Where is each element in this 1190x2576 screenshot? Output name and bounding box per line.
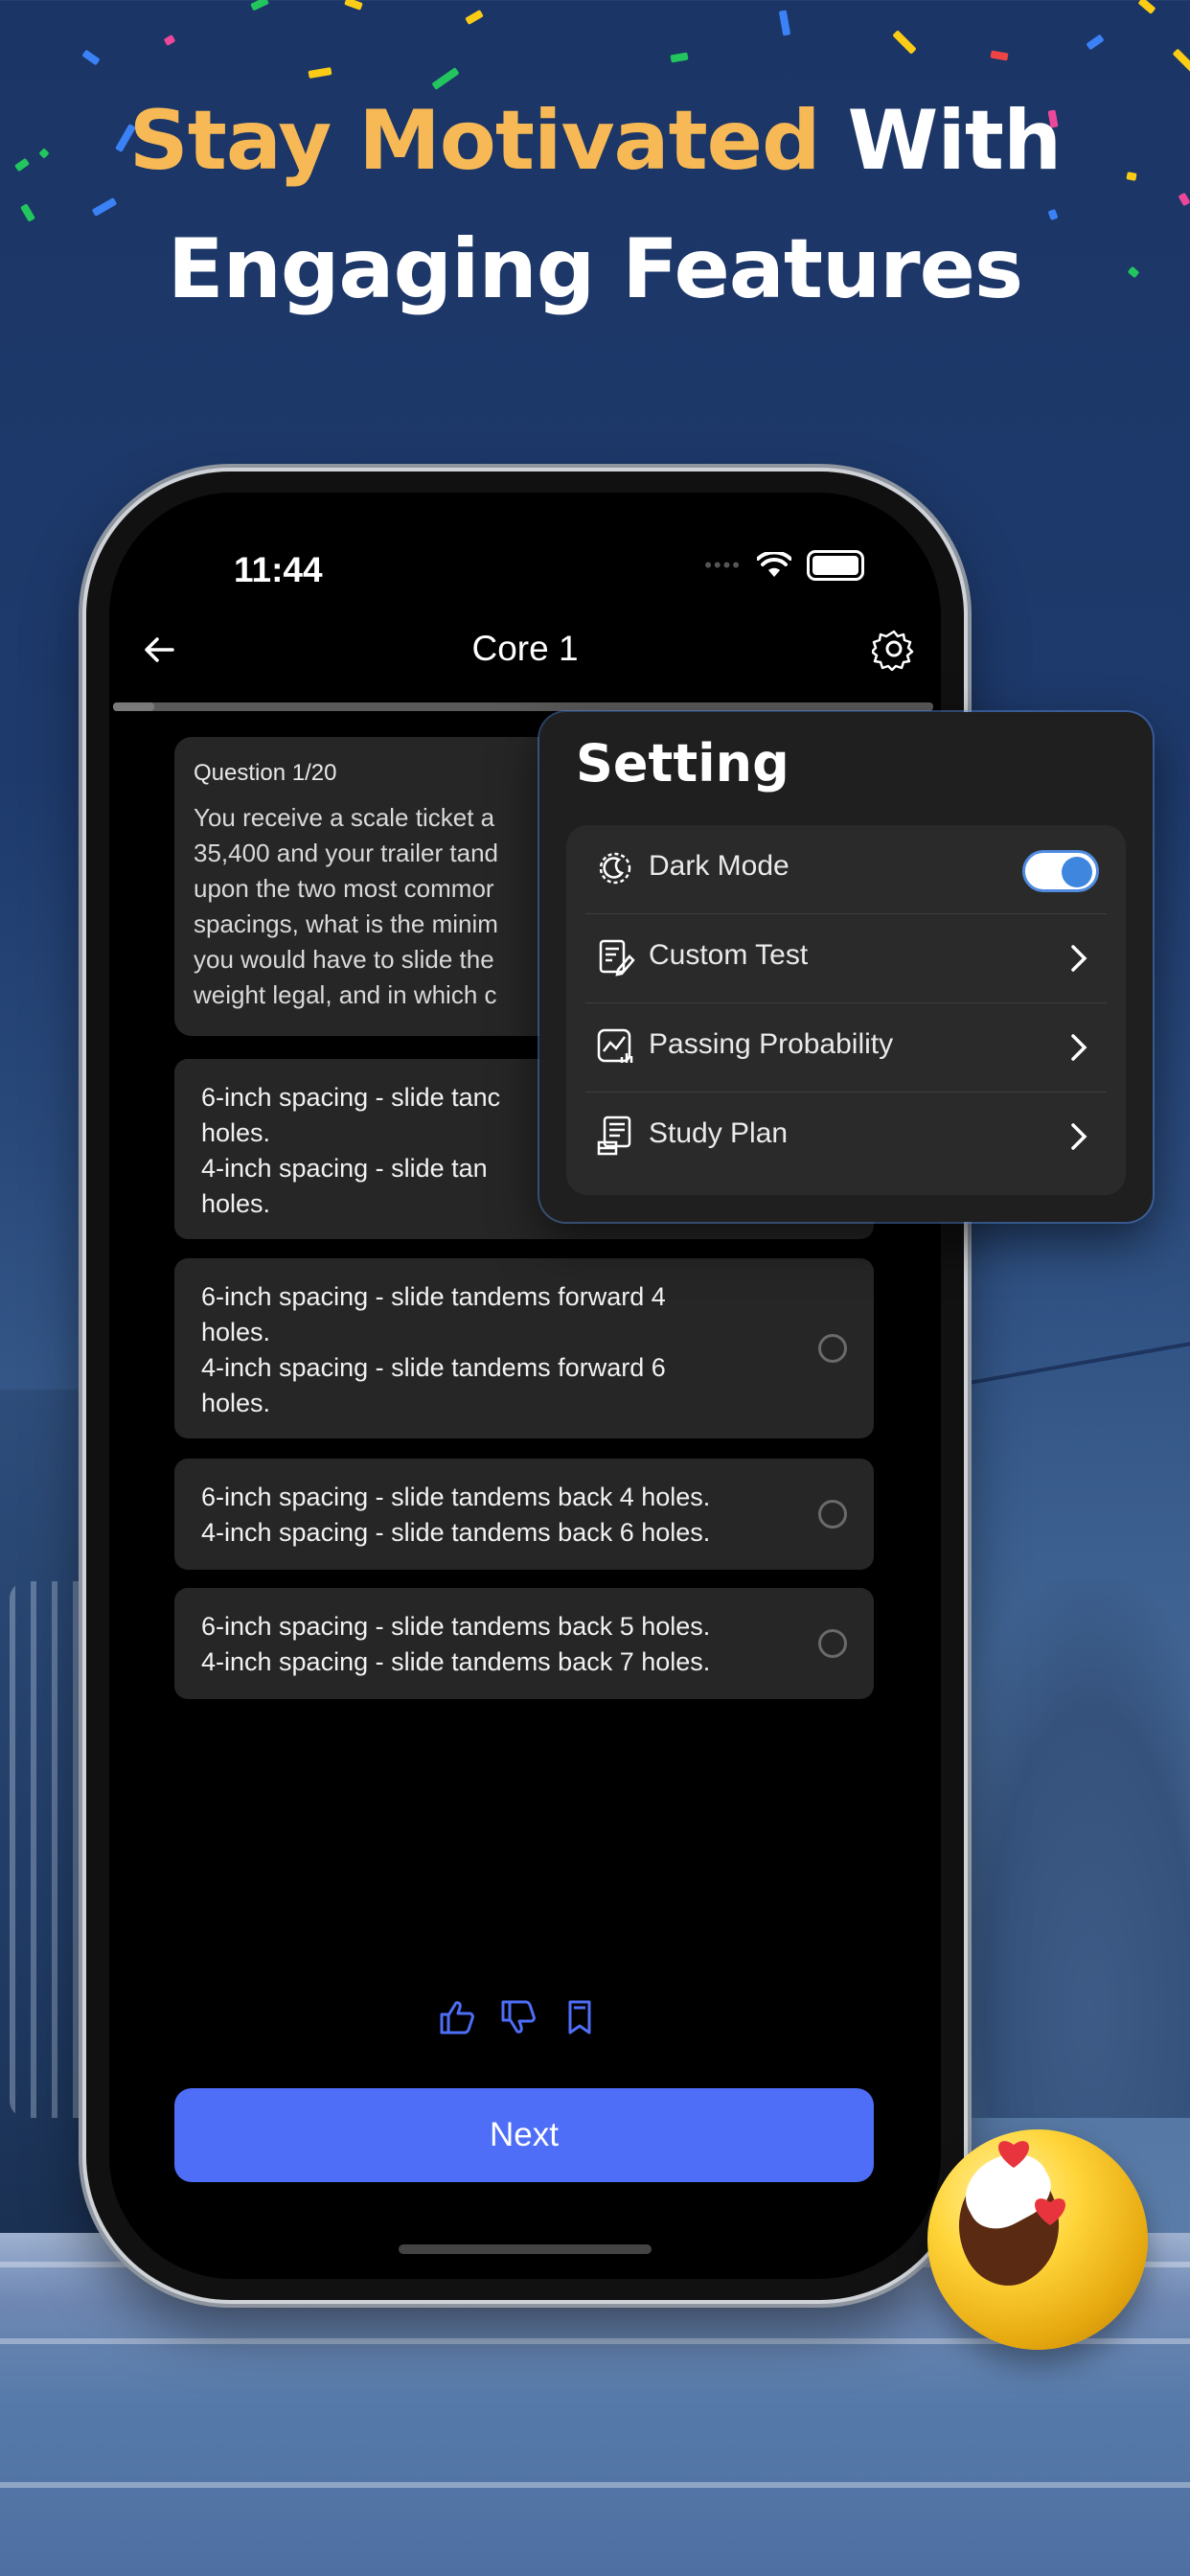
passing-probability-icon bbox=[597, 1028, 633, 1063]
dark-mode-icon bbox=[599, 852, 631, 885]
gear-icon[interactable] bbox=[872, 627, 916, 671]
top-nav: Core 1 bbox=[109, 608, 941, 694]
heart-icon bbox=[998, 2141, 1029, 2168]
study-plan-icon bbox=[597, 1116, 631, 1156]
background-hill bbox=[941, 1581, 1190, 2118]
dark-mode-toggle[interactable] bbox=[1022, 850, 1099, 892]
status-time: 11:44 bbox=[234, 550, 323, 589]
headline-line-2: Engaging Features bbox=[167, 221, 1023, 317]
chevron-right-icon bbox=[1071, 1123, 1087, 1150]
settings-title: Setting bbox=[576, 733, 790, 794]
setting-label: Dark Mode bbox=[649, 850, 790, 882]
thumbs-up-icon[interactable] bbox=[437, 1997, 477, 2037]
answer-option-text: 6-inch spacing - slide tandems forward 4… bbox=[201, 1282, 666, 1417]
page-title: Core 1 bbox=[471, 629, 579, 668]
headline-rest: With bbox=[847, 93, 1063, 189]
battery-icon bbox=[807, 550, 864, 581]
chevron-right-icon bbox=[1071, 1034, 1087, 1061]
answer-option-4[interactable]: 6-inch spacing - slide tandems back 5 ho… bbox=[174, 1588, 874, 1699]
status-icons: •••• bbox=[704, 550, 864, 581]
headline: Stay Motivated With Engaging Features bbox=[0, 77, 1190, 334]
setting-dark-mode[interactable]: Dark Mode bbox=[585, 825, 1107, 914]
next-button[interactable]: Next bbox=[174, 2088, 874, 2182]
answer-option-text: 6-inch spacing - slide tandems back 4 ho… bbox=[201, 1483, 711, 1547]
quiz-progress-bar bbox=[113, 702, 933, 711]
answer-radio[interactable] bbox=[818, 1629, 847, 1658]
setting-label: Custom Test bbox=[649, 939, 809, 971]
answer-radio[interactable] bbox=[818, 1334, 847, 1363]
setting-custom-test[interactable]: Custom Test bbox=[585, 914, 1107, 1003]
feedback-bar bbox=[437, 1997, 600, 2037]
heart-icon bbox=[1035, 2198, 1065, 2225]
home-indicator bbox=[399, 2244, 652, 2254]
headline-line-1: Stay Motivated With bbox=[0, 77, 1190, 205]
ground-stripe bbox=[0, 2482, 1190, 2488]
bookmark-icon[interactable] bbox=[560, 1997, 600, 2037]
answer-option-2[interactable]: 6-inch spacing - slide tandems forward 4… bbox=[174, 1258, 874, 1438]
quiz-progress-fill bbox=[113, 702, 154, 711]
answer-radio[interactable] bbox=[818, 1500, 847, 1529]
laughing-heart-eyes-emoji-icon bbox=[927, 2129, 1148, 2350]
settings-list: Dark Mode Custom Test Passing Probabilit… bbox=[566, 825, 1126, 1195]
question-number: Question 1/20 bbox=[194, 760, 337, 786]
chevron-right-icon bbox=[1071, 945, 1087, 972]
setting-passing-probability[interactable]: Passing Probability bbox=[585, 1003, 1107, 1092]
background-wire bbox=[959, 1339, 1190, 1387]
setting-label: Study Plan bbox=[649, 1117, 789, 1149]
answer-option-3[interactable]: 6-inch spacing - slide tandems back 4 ho… bbox=[174, 1459, 874, 1570]
signal-icon: •••• bbox=[704, 553, 742, 577]
toggle-knob bbox=[1062, 857, 1092, 887]
headline-accent: Stay Motivated bbox=[128, 93, 821, 189]
thumbs-down-icon[interactable] bbox=[498, 1997, 538, 2037]
custom-test-icon bbox=[599, 939, 635, 977]
setting-study-plan[interactable]: Study Plan bbox=[585, 1092, 1107, 1181]
wifi-icon bbox=[757, 552, 791, 577]
answer-option-text: 6-inch spacing - slide tandems back 5 ho… bbox=[201, 1612, 711, 1676]
setting-label: Passing Probability bbox=[649, 1028, 894, 1060]
settings-popover: Setting Dark Mode Custom Test Passing Pr… bbox=[539, 712, 1153, 1222]
